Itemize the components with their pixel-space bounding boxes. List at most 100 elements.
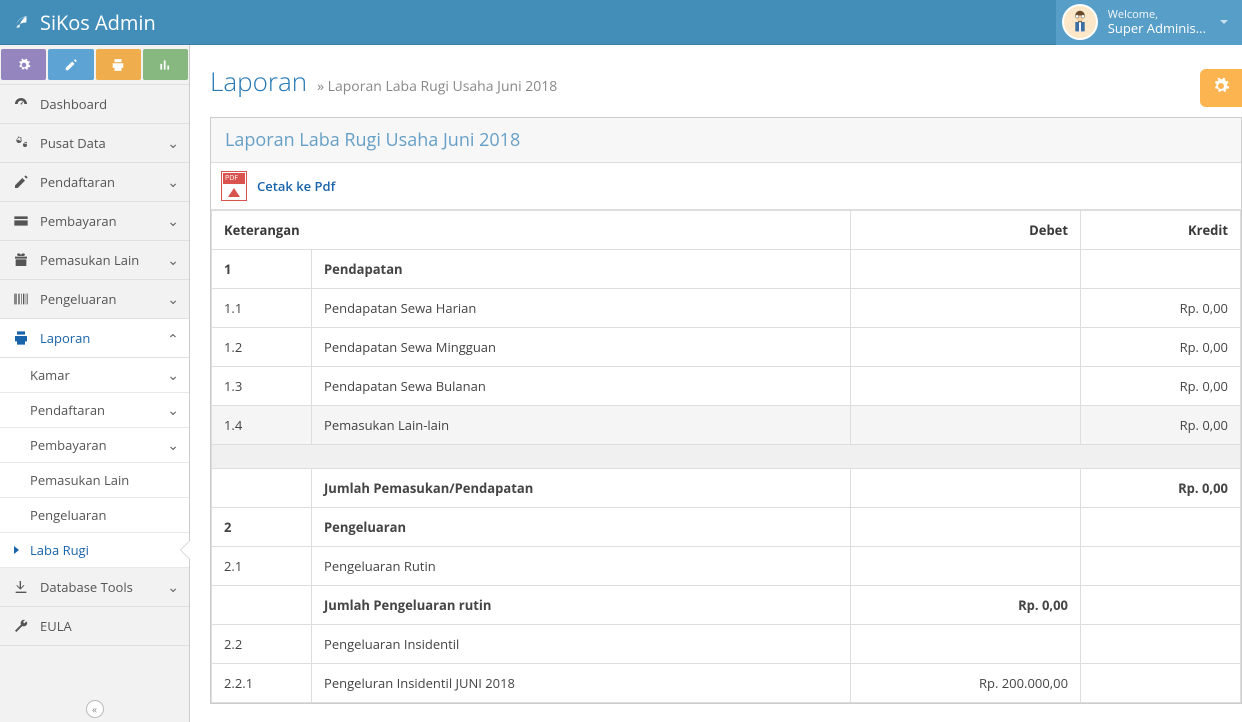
cell-kredit (1081, 625, 1241, 664)
chevron-down-icon: ⌄ (167, 173, 179, 192)
cell-num: 2.1 (212, 547, 312, 586)
cell-kredit (1081, 547, 1241, 586)
table-row (212, 445, 1241, 469)
shortcut-edit[interactable] (48, 49, 93, 80)
sidebar-item-laporan[interactable]: Laporan⌄ (0, 319, 189, 358)
cell-label: Jumlah Pengeluaran rutin (312, 586, 851, 625)
submenu-item-laba-rugi[interactable]: Laba Rugi (0, 533, 189, 568)
sidebar-item-dashboard[interactable]: Dashboard (0, 85, 189, 124)
chevron-down-icon: ⌄ (167, 134, 179, 153)
table-row: 1.4Pemasukan Lain-lainRp. 0,00 (212, 406, 1241, 445)
cell-kredit (1081, 508, 1241, 547)
download-icon (12, 579, 30, 595)
sidebar-item-pembayaran[interactable]: Pembayaran ⌄ (0, 202, 189, 241)
avatar (1062, 4, 1098, 40)
page-header: Laporan » Laporan Laba Rugi Usaha Juni 2… (210, 63, 1242, 99)
shortcut-print[interactable] (96, 49, 141, 80)
cell-label: Pemasukan Lain-lain (312, 406, 851, 445)
top-header: SiKos Admin Welcome, Super Adminis... (0, 0, 1242, 45)
col-kredit: Kredit (1081, 211, 1241, 250)
sidebar-item-pemasukan-lain[interactable]: Pemasukan Lain⌄ (0, 241, 189, 280)
table-row: 1.3Pendapatan Sewa BulananRp. 0,00 (212, 367, 1241, 406)
cell-kredit: Rp. 0,00 (1081, 289, 1241, 328)
submenu-item-pengeluaran[interactable]: Pengeluaran (0, 498, 189, 533)
cell-num: 1.2 (212, 328, 312, 367)
cell-debet (851, 508, 1081, 547)
col-keterangan: Keterangan (212, 211, 851, 250)
cell-kredit (1081, 250, 1241, 289)
sidebar-item-label: Pengeluaran (40, 290, 157, 308)
col-debet: Debet (851, 211, 1081, 250)
shortcut-stats[interactable] (143, 49, 188, 80)
username-label: Super Adminis... (1108, 21, 1206, 35)
page-title: Laporan (210, 63, 307, 99)
cell-num: 2.2.1 (212, 664, 312, 703)
settings-tab[interactable] (1200, 69, 1242, 107)
cogs-icon (12, 135, 30, 151)
sidebar: Dashboard Pusat Data ⌄ Pendaftaran ⌄ Pembayar… (0, 45, 190, 722)
chevron-left-icon: « (92, 702, 97, 716)
sidebar-item-label: Dashboard (40, 95, 179, 113)
chevron-down-icon: ⌄ (167, 212, 179, 231)
table-row: 1Pendapatan (212, 250, 1241, 289)
user-text: Welcome, Super Adminis... (1108, 9, 1206, 35)
sidebar-item-eula[interactable]: EULA (0, 607, 189, 646)
cell-num: 2 (212, 508, 312, 547)
submenu-item-label: Pendaftaran (30, 401, 105, 419)
shortcut-row (0, 45, 189, 85)
cell-num: 1.3 (212, 367, 312, 406)
cell-debet (851, 406, 1081, 445)
report-panel: Laporan Laba Rugi Usaha Juni 2018 Cetak … (210, 117, 1242, 704)
submenu-item-label: Pemasukan Lain (30, 471, 129, 489)
user-menu[interactable]: Welcome, Super Adminis... (1056, 0, 1242, 45)
submenu-item-pendaftaran[interactable]: Pendaftaran⌄ (0, 393, 189, 428)
welcome-label: Welcome, (1108, 9, 1206, 21)
sidebar-item-pusat-data[interactable]: Pusat Data ⌄ (0, 124, 189, 163)
sidebar-item-label: Pembayaran (40, 212, 157, 230)
sidebar-item-database-tools[interactable]: Database Tools⌄ (0, 568, 189, 607)
cell-label: Pengeluaran Rutin (312, 547, 851, 586)
cell-label: Pendapatan Sewa Harian (312, 289, 851, 328)
brand[interactable]: SiKos Admin (12, 9, 156, 36)
table-row: 2Pengeluaran (212, 508, 1241, 547)
export-pdf-link[interactable]: Cetak ke Pdf (257, 177, 335, 195)
cell-label: Pengeluaran (312, 508, 851, 547)
submenu-item-pembayaran[interactable]: Pembayaran⌄ (0, 428, 189, 463)
chevron-down-icon: ⌄ (167, 329, 179, 348)
credit-card-icon (12, 213, 30, 229)
cell-label: Jumlah Pemasukan/Pendapatan (312, 469, 851, 508)
cell-num (212, 469, 312, 508)
panel-title: Laporan Laba Rugi Usaha Juni 2018 (211, 118, 1241, 163)
cell-debet (851, 625, 1081, 664)
chevron-down-icon: ⌄ (167, 436, 179, 455)
cell-debet (851, 367, 1081, 406)
cell-debet (851, 469, 1081, 508)
brand-title: SiKos Admin (40, 9, 156, 36)
cell-kredit: Rp. 0,00 (1081, 469, 1241, 508)
sidebar-item-label: Pusat Data (40, 134, 157, 152)
dashboard-icon (12, 96, 30, 112)
chevron-down-icon: ⌄ (167, 251, 179, 270)
table-row: 2.2Pengeluaran Insidentil (212, 625, 1241, 664)
report-table: Keterangan Debet Kredit 1Pendapatan1.1Pe… (211, 210, 1241, 703)
cell-label: Pendapatan Sewa Mingguan (312, 328, 851, 367)
sidebar-item-pengeluaran[interactable]: Pengeluaran⌄ (0, 280, 189, 319)
pdf-export-row: Cetak ke Pdf (211, 163, 1241, 210)
table-row: Jumlah Pemasukan/Pendapatan Rp. 0,00 (212, 469, 1241, 508)
cell-num: 1.1 (212, 289, 312, 328)
sidebar-item-pendaftaran[interactable]: Pendaftaran ⌄ (0, 163, 189, 202)
chevron-down-icon: ⌄ (167, 366, 179, 385)
cell-num: 2.2 (212, 625, 312, 664)
shortcut-settings[interactable] (1, 49, 46, 80)
sidebar-item-label: Pendaftaran (40, 173, 157, 191)
sidebar-collapse-button[interactable]: « (86, 700, 104, 718)
cell-num (212, 586, 312, 625)
cell-kredit (1081, 664, 1241, 703)
gift-icon (12, 252, 30, 268)
chevron-down-icon: ⌄ (167, 578, 179, 597)
submenu-item-pemasukan-lain[interactable]: Pemasukan Lain (0, 463, 189, 498)
submenu-item-kamar[interactable]: Kamar⌄ (0, 358, 189, 393)
cell-num: 1.4 (212, 406, 312, 445)
main-content: Laporan » Laporan Laba Rugi Usaha Juni 2… (190, 45, 1242, 722)
table-row: 1.2Pendapatan Sewa MingguanRp. 0,00 (212, 328, 1241, 367)
